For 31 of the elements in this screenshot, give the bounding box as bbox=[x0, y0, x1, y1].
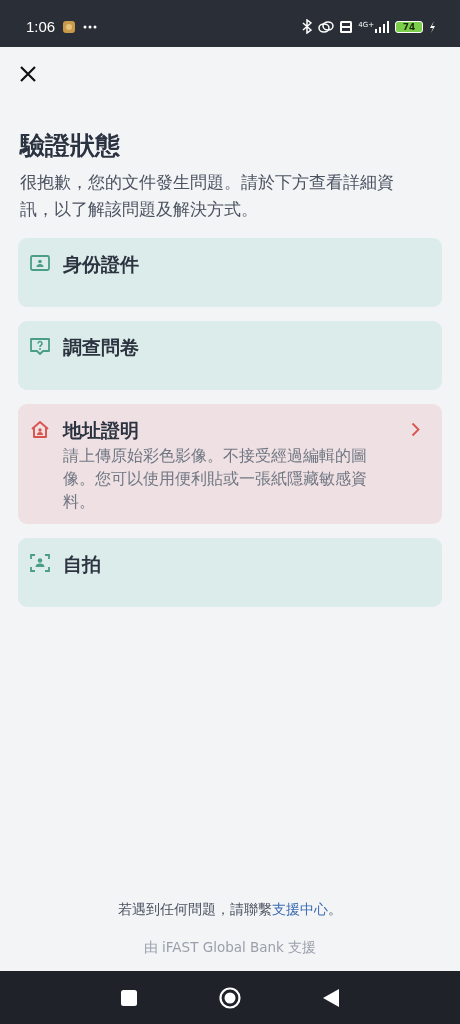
help-text: 若遇到任何問題，請聯繫支援中心。 bbox=[117, 901, 343, 919]
document-card[interactable]: 地址證明 請上傳原始彩色影像。不接受經過編輯的圖像。您可以使用便利貼或一張紙隱藏敏感資料。 bbox=[18, 404, 442, 524]
question-bubble-icon bbox=[30, 337, 50, 355]
document-title: 調查問卷 bbox=[63, 335, 140, 360]
back-button[interactable] bbox=[323, 988, 339, 1007]
document-card[interactable]: 調查問卷 bbox=[18, 321, 442, 390]
battery-level: 74 bbox=[395, 20, 423, 33]
house-icon bbox=[30, 420, 50, 438]
document-title: 身份證件 bbox=[63, 252, 140, 277]
support-center-link[interactable]: 支援中心 bbox=[272, 901, 328, 917]
bluetooth-icon bbox=[302, 19, 313, 34]
recents-button[interactable] bbox=[121, 989, 137, 1006]
document-card[interactable]: 自拍 bbox=[18, 538, 442, 607]
app-notification-icon bbox=[63, 20, 76, 33]
clock-time: 1:06 bbox=[26, 18, 56, 35]
chevron-right-icon bbox=[411, 422, 420, 437]
home-button[interactable] bbox=[219, 986, 241, 1009]
close-icon bbox=[20, 66, 36, 82]
face-scan-icon bbox=[30, 554, 50, 572]
more-icon bbox=[83, 24, 98, 29]
document-card[interactable]: 身份證件 bbox=[18, 238, 442, 307]
id-card-icon bbox=[30, 254, 50, 272]
error-message: 請上傳原始彩色影像。不接受經過編輯的圖像。您可以使用便利貼或一張紙隱藏敏感資料。 bbox=[63, 446, 368, 513]
signal-icon bbox=[375, 20, 389, 33]
link-icon bbox=[318, 20, 335, 33]
volte-icon bbox=[340, 20, 353, 33]
intro-text: 很抱歉，您的文件發生問題。請於下方查看詳細資訊，以了解該問題及解決方式。 bbox=[20, 172, 395, 221]
document-title: 自拍 bbox=[63, 552, 102, 577]
document-title: 地址證明 bbox=[63, 418, 140, 443]
powered-by-text: 由 iFAST Global Bank 支援 bbox=[142, 939, 318, 957]
page-title: 驗證狀態 bbox=[20, 130, 121, 162]
